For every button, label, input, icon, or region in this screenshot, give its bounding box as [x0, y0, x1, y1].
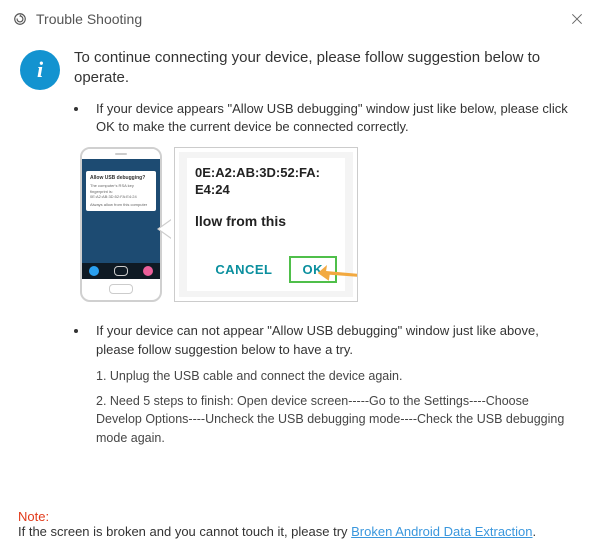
phone-earpiece: [82, 149, 160, 159]
phone-home-button: [82, 279, 160, 299]
app-icon: [12, 11, 28, 27]
cancel-button[interactable]: CANCEL: [215, 262, 272, 277]
bullet-item-1: If your device appears "Allow USB debugg…: [74, 100, 576, 136]
note-text: If the screen is broken and you cannot t…: [18, 524, 351, 539]
window-titlebar: Trouble Shooting: [0, 0, 600, 38]
bullet-2-text: If your device can not appear "Allow USB…: [96, 322, 576, 358]
phone-dialog: Allow USB debugging? The computer's RSA …: [86, 171, 156, 211]
lead-row: i To continue connecting your device, pl…: [20, 48, 576, 90]
phone-dialog-line2: 0E:A2:AB:3D:52:FA:E4:24: [90, 194, 152, 199]
fingerprint-line1: 0E:A2:AB:3D:52:FA:: [195, 164, 337, 182]
phone-navbar: [82, 263, 160, 279]
dialog-zoom-crop: 0E:A2:AB:3D:52:FA: E4:24 llow from this …: [174, 147, 358, 302]
broken-android-link[interactable]: Broken Android Data Extraction: [351, 524, 532, 539]
troubleshoot-steps: 1. Unplug the USB cable and connect the …: [96, 367, 576, 448]
illustration-group: Allow USB debugging? The computer's RSA …: [80, 144, 576, 304]
bullet-dot-icon: [74, 107, 78, 111]
bullet-1-text: If your device appears "Allow USB debugg…: [96, 100, 576, 136]
note-section: Note: If the screen is broken and you ca…: [18, 509, 582, 539]
close-button[interactable]: [566, 8, 588, 30]
step-2: 2. Need 5 steps to finish: Open device s…: [96, 392, 576, 448]
phone-dialog-title: Allow USB debugging?: [90, 175, 152, 182]
close-icon: [569, 11, 585, 27]
step-1: 1. Unplug the USB cable and connect the …: [96, 367, 576, 386]
fingerprint-line2: E4:24: [195, 181, 337, 199]
info-icon: i: [20, 50, 60, 90]
note-tail: .: [533, 524, 537, 539]
phone-dialog-check: Always allow from this computer: [90, 202, 152, 207]
note-label: Note:: [18, 509, 49, 524]
phone-app-icon: [114, 266, 128, 276]
instruction-list-2: If your device can not appear "Allow USB…: [74, 322, 576, 358]
phone-app-icon: [143, 266, 153, 276]
allow-text: llow from this: [195, 213, 337, 229]
phone-mockup: Allow USB debugging? The computer's RSA …: [80, 147, 162, 302]
callout-pointer-icon: [159, 219, 173, 239]
phone-dialog-line1: The computer's RSA key fingerprint is:: [90, 183, 152, 193]
window-title: Trouble Shooting: [36, 11, 142, 27]
phone-app-icon: [89, 266, 99, 276]
phone-screen: Allow USB debugging? The computer's RSA …: [82, 159, 160, 279]
dialog-content: i To continue connecting your device, pl…: [0, 38, 600, 448]
info-glyph: i: [37, 59, 43, 81]
bullet-item-2: If your device can not appear "Allow USB…: [74, 322, 576, 358]
instruction-list: If your device appears "Allow USB debugg…: [74, 100, 576, 136]
bullet-dot-icon: [74, 329, 78, 333]
lead-text: To continue connecting your device, plea…: [74, 48, 576, 89]
